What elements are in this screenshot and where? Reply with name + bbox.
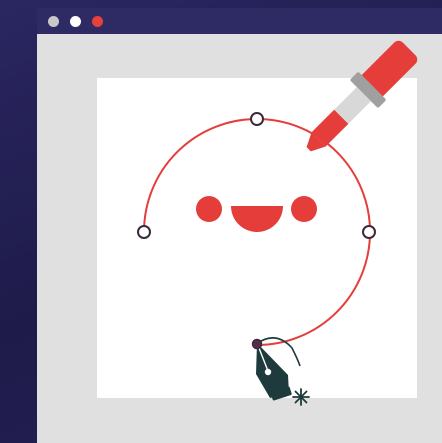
smile-mouth bbox=[231, 206, 283, 232]
anchor-point-right[interactable] bbox=[362, 225, 376, 239]
left-eye bbox=[196, 196, 222, 222]
eyedropper-icon[interactable] bbox=[295, 35, 424, 164]
sparkle-icon bbox=[292, 388, 310, 406]
pen-tool-icon[interactable] bbox=[251, 337, 301, 401]
anchor-point-left[interactable] bbox=[137, 225, 151, 239]
anchor-point-top[interactable] bbox=[250, 112, 264, 126]
illustration-layer bbox=[137, 35, 424, 406]
right-eye bbox=[291, 196, 317, 222]
smiley-face bbox=[196, 196, 317, 232]
